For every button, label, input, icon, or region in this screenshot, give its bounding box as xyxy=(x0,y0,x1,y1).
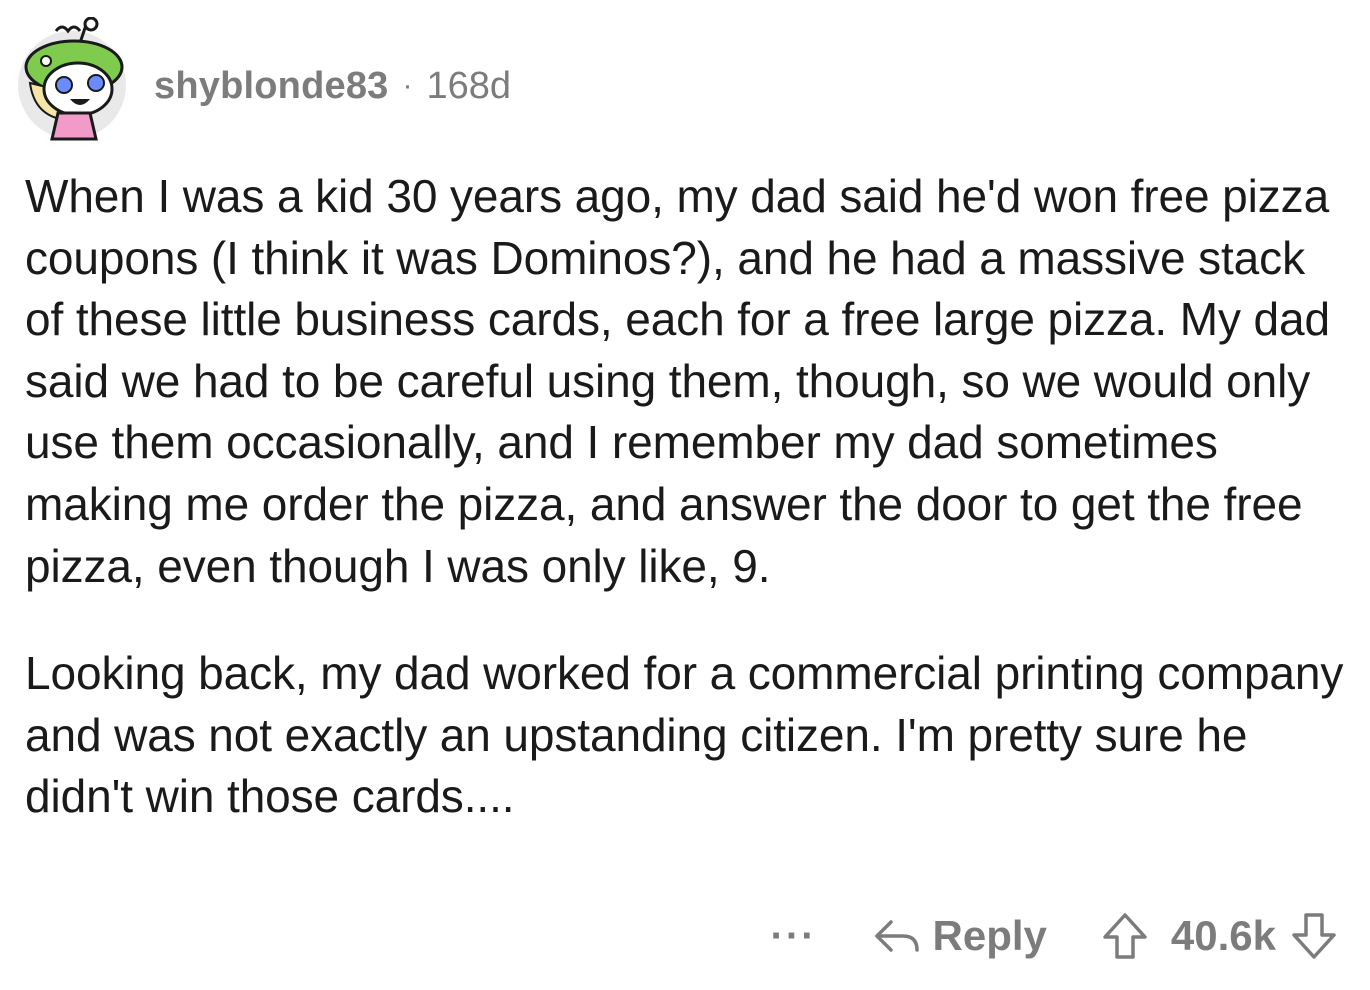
vote-score: 40.6k xyxy=(1170,912,1276,959)
username-link[interactable]: shyblonde83 xyxy=(154,65,389,108)
comment-actions: ··· Reply 40.6k xyxy=(771,904,1338,968)
comment-age: 168d xyxy=(426,64,512,107)
avatar[interactable] xyxy=(16,17,128,141)
more-options-icon[interactable]: ··· xyxy=(771,916,817,956)
comment-meta: shyblonde83 · 168d xyxy=(154,65,511,108)
snoo-avatar-icon xyxy=(18,17,126,141)
reply-arrow-icon xyxy=(874,920,919,952)
comment-paragraph: Looking back, my dad worked for a commer… xyxy=(25,647,1344,823)
comment-body: When I was a kid 30 years ago, my dad sa… xyxy=(25,166,1355,828)
downvote-arrow-icon[interactable] xyxy=(1290,911,1338,961)
vote-controls: 40.6k xyxy=(1101,911,1338,961)
upvote-arrow-icon[interactable] xyxy=(1101,911,1149,961)
reply-button[interactable]: Reply xyxy=(873,912,1047,960)
comment: shyblonde83 · 168d When I was a kid 30 y… xyxy=(0,0,1370,990)
reply-label: Reply xyxy=(932,912,1047,959)
comment-paragraph: When I was a kid 30 years ago, my dad sa… xyxy=(25,170,1330,592)
comment-header: shyblonde83 · 168d xyxy=(16,14,511,144)
meta-separator: · xyxy=(402,69,413,102)
